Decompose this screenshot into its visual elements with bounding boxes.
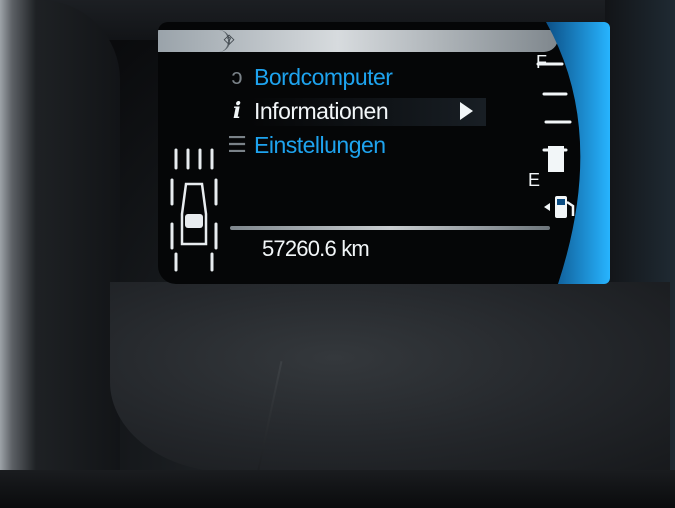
menu-item-label: Bordcomputer [254,63,393,90]
menu-item-einstellungen[interactable]: ☰ Einstellungen [220,130,386,160]
lower-trim-panel [110,282,670,472]
menu-item-bordcomputer[interactable]: ↄ Bordcomputer [220,62,393,92]
info-icon: i [232,98,242,124]
tire-pressure-car-icon [170,148,218,272]
fuel-pump-icon [544,196,575,218]
fuel-full-label: F [536,52,547,72]
trip-computer-icon: ↄ [231,64,243,89]
menu-item-informationen[interactable]: i Informationen [220,96,389,126]
odometer-reading: 57260.6 km [262,236,370,261]
navigation-arrows-icon: ⯑ [223,32,235,49]
fuel-gauge [536,22,610,284]
menu-item-label: Einstellungen [254,131,386,158]
fuel-level-bar [548,146,564,172]
settings-list-icon: ☰ [227,132,247,157]
cluster-display: ⯑ ↄ Bordcomputer i Informationen ☰ Einst… [158,22,610,284]
steering-column-edge [0,470,675,508]
fuel-empty-label: E [528,170,541,190]
menu-item-label: Informationen [254,97,389,124]
left-bezel [0,0,120,508]
